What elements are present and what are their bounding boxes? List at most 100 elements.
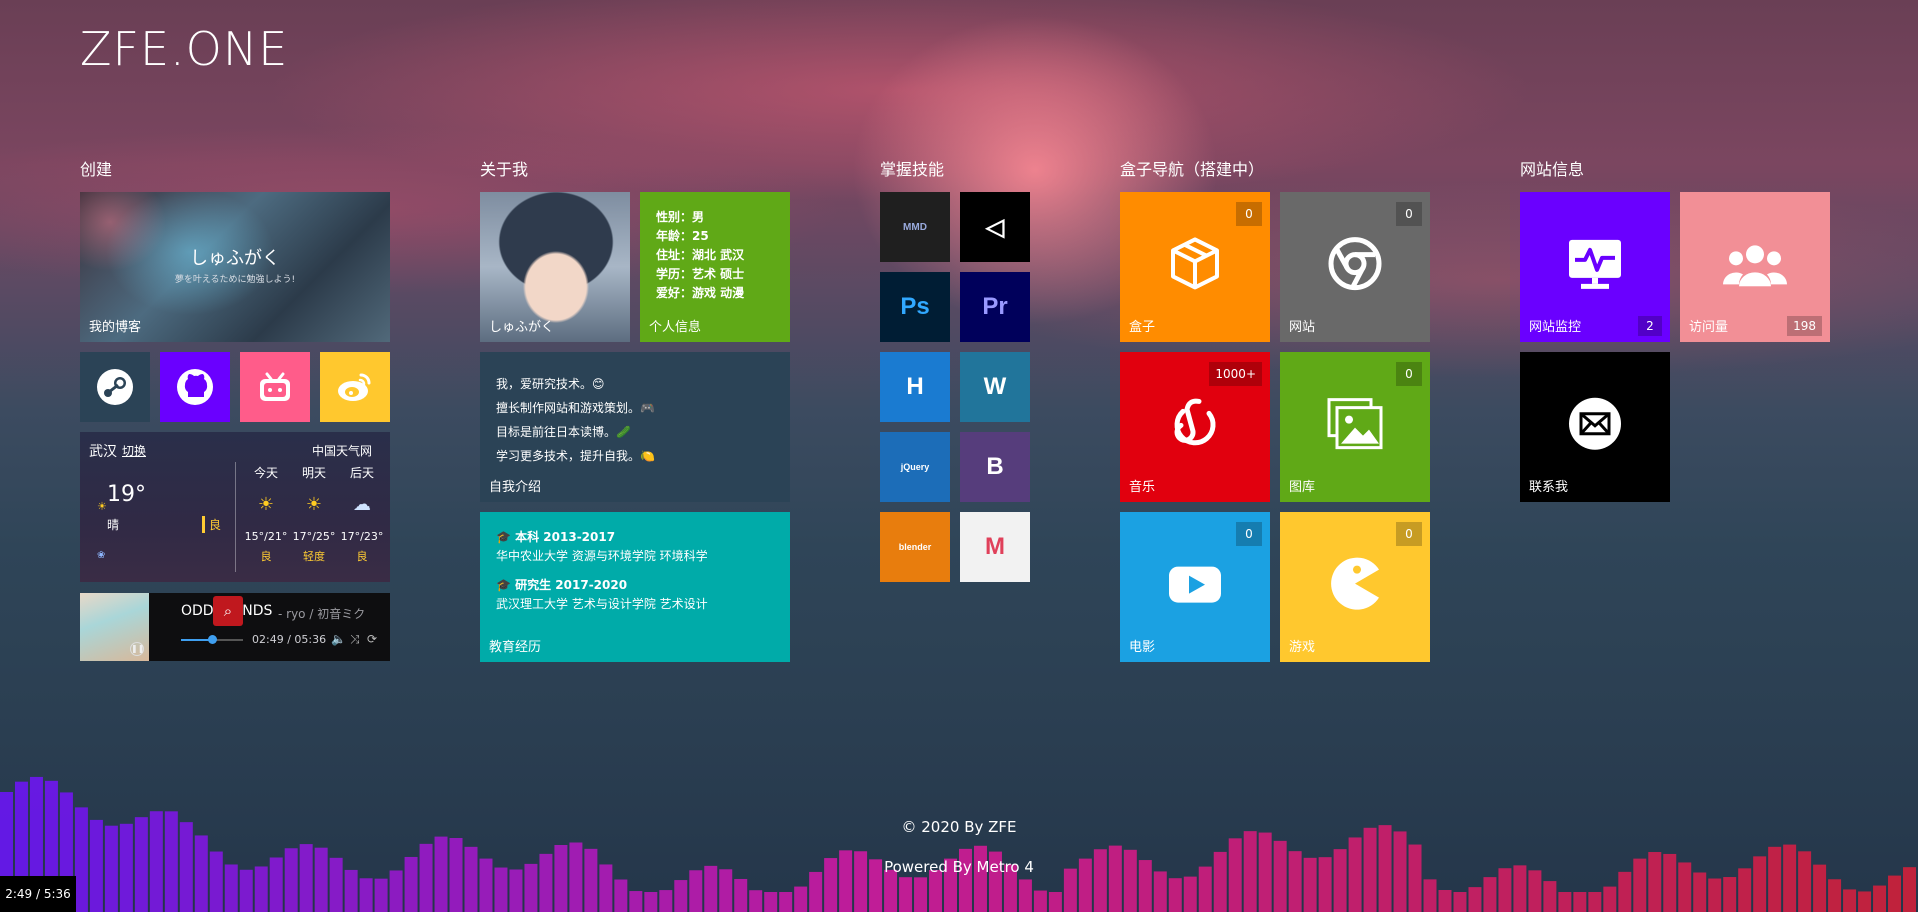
footer-powered[interactable]: Powered By Metro 4 [0,858,1918,876]
nav-badge: 0 [1236,522,1262,546]
nav-box-tile[interactable]: 0 盒子 [1120,192,1270,342]
personal-info-label: 个人信息 [649,320,702,335]
visualizer-bar [629,891,643,912]
visualizer-bar [674,880,688,912]
visualizer-bar [614,879,628,912]
skill-photoshop-tile[interactable]: Ps [880,272,950,342]
nav-movie-tile[interactable]: 0 电影 [1120,512,1270,662]
self-intro-tile[interactable]: 我，爱研究技术。😊 擅长制作网站和游戏策划。🎮 目标是前往日本读博。🥒 学习更多… [480,352,790,502]
skill-html5-tile[interactable]: H [880,352,950,422]
weather-widget[interactable]: 武汉 切换 中国天气网 ☀ 19° 晴 良 ❀ 今天 明天 后天 ☀ ☀ ☁ 1… [80,432,390,582]
skill-bootstrap-tile[interactable]: B [960,432,1030,502]
skill-mail-tile[interactable]: M [960,512,1030,582]
progress-knob[interactable] [208,635,217,644]
blog-title: しゅふがく [190,248,280,269]
skill-bootstrap-icon: B [986,453,1004,480]
visualizer-bar [884,869,898,912]
skill-premiere-tile[interactable]: Pr [960,272,1030,342]
contact-tile[interactable]: 联系我 [1520,352,1670,502]
visualizer-bar [239,869,253,912]
visualizer-bar [914,877,928,912]
nav-label: 音乐 [1129,480,1156,495]
visualizer-bar [1408,844,1422,912]
nav-gallery-tile[interactable]: 0 图库 [1280,352,1430,502]
group-title-about: 关于我 [480,160,529,179]
loop-icon[interactable]: ⟳ [367,632,377,646]
avatar-tile[interactable]: しゅふがく [480,192,630,342]
group-title-create: 创建 [80,160,113,179]
skill-jquery-icon: jQuery [900,462,930,472]
intro-line: 学习更多技术，提升自我。🍋 [496,449,655,463]
play-icon [1169,566,1221,603]
intro-line: 目标是前往日本读博。🥒 [496,425,631,439]
visualizer-bar [689,870,703,912]
edu-body: 华中农业大学 资源与环境学院 环境科学 [496,549,708,563]
skill-mmd-tile[interactable]: MMD [880,192,950,262]
group-title-skills: 掌握技能 [880,160,945,179]
nav-game-tile[interactable]: 0 游戏 [1280,512,1430,662]
sun-icon: ☀ [305,494,323,515]
skill-jquery-tile[interactable]: jQuery [880,432,950,502]
weibo-tile[interactable] [320,352,390,422]
visualizer-bar [1183,876,1197,912]
shuffle-icon[interactable]: ⤨ [350,632,360,647]
weather-aqi: 良 [202,516,221,533]
visualizer-bar [809,871,823,912]
song-artist: - ryo / 初音ミク [278,607,366,621]
visualizer-bar [1693,872,1707,912]
skill-blender-tile[interactable]: blender [880,512,950,582]
nav-music-tile[interactable]: 1000+ 音乐 [1120,352,1270,502]
visualizer-bar [1873,885,1887,912]
pause-icon[interactable]: ❚❚ [130,642,144,656]
visualizer-bar [1858,891,1872,912]
bilibili-tile[interactable] [240,352,310,422]
forecast-aqi: 良 [356,550,368,563]
blog-tile[interactable]: しゅふがく 夢を叶えるために勉強しよう! 我的博客 [80,192,390,342]
visualizer-bar [749,890,763,912]
edu-body: 武汉理工大学 艺术与设计学院 艺术设计 [496,597,708,611]
skill-unity-tile[interactable]: ◁ [960,192,1030,262]
personal-info-tile[interactable]: 性别：男 年龄：25 住址：湖北 武汉 学历：艺术 硕士 爱好：游戏 动漫 个人… [640,192,790,342]
site-label: 网站监控 [1529,320,1582,335]
wind-icon: ❀ [97,550,106,561]
github-tile[interactable] [160,352,230,422]
cloud-rain-icon: ☁ [353,494,371,515]
nav-label: 盒子 [1129,320,1156,335]
steam-tile[interactable] [80,352,150,422]
volume-icon[interactable]: 🔈 [331,632,346,646]
visualizer-bar [734,878,748,912]
forecast-aqi: 轻度 [303,550,325,563]
forecast-day-name: 明天 [301,466,326,480]
weather-condition: 晴 [107,518,120,532]
skill-premiere-icon: Pr [982,293,1008,320]
skill-html5-icon: H [906,373,924,400]
skill-wordpress-icon: W [983,373,1007,400]
nav-badge: 1000+ [1209,362,1262,386]
search-button[interactable]: ⌕ [213,596,243,626]
visualizer-bar [1273,840,1287,912]
visualizer-bar [1618,871,1632,912]
visualizer-bar [973,845,987,912]
site-monitor-tile[interactable]: 2 网站监控 [1520,192,1670,342]
site-title[interactable]: ZFE.ONE [80,22,288,76]
education-tile[interactable]: 🎓 本科 2013-2017 华中农业大学 资源与环境学院 环境科学 🎓 研究生… [480,512,790,662]
forecast-range: 17°/25° [292,530,336,543]
visualizer-bar [1783,844,1797,912]
music-player[interactable]: ❚❚ ODDS&ENDS ⌕ - ryo / 初音ミク 02:49 / 05:3… [80,593,390,661]
steam-icon [97,369,133,405]
forecast-day-name: 后天 [349,466,374,480]
info-line: 学历：艺术 硕士 [656,267,745,281]
visualizer-bar [464,846,478,912]
weibo-icon [338,373,371,401]
visualizer-bar [389,870,403,912]
github-icon [177,369,213,405]
nav-badge: 0 [1396,202,1422,226]
search-icon: ⌕ [223,602,233,620]
progress-bar[interactable] [181,635,243,644]
nav-website-tile[interactable]: 0 网站 [1280,192,1430,342]
weather-switch-link[interactable]: 切换 [122,442,146,459]
visits-tile[interactable]: 198 访问量 [1680,192,1830,342]
weather-source-link[interactable]: 中国天气网 [312,442,372,459]
skill-wordpress-tile[interactable]: W [960,352,1030,422]
blog-label: 我的博客 [89,320,142,335]
